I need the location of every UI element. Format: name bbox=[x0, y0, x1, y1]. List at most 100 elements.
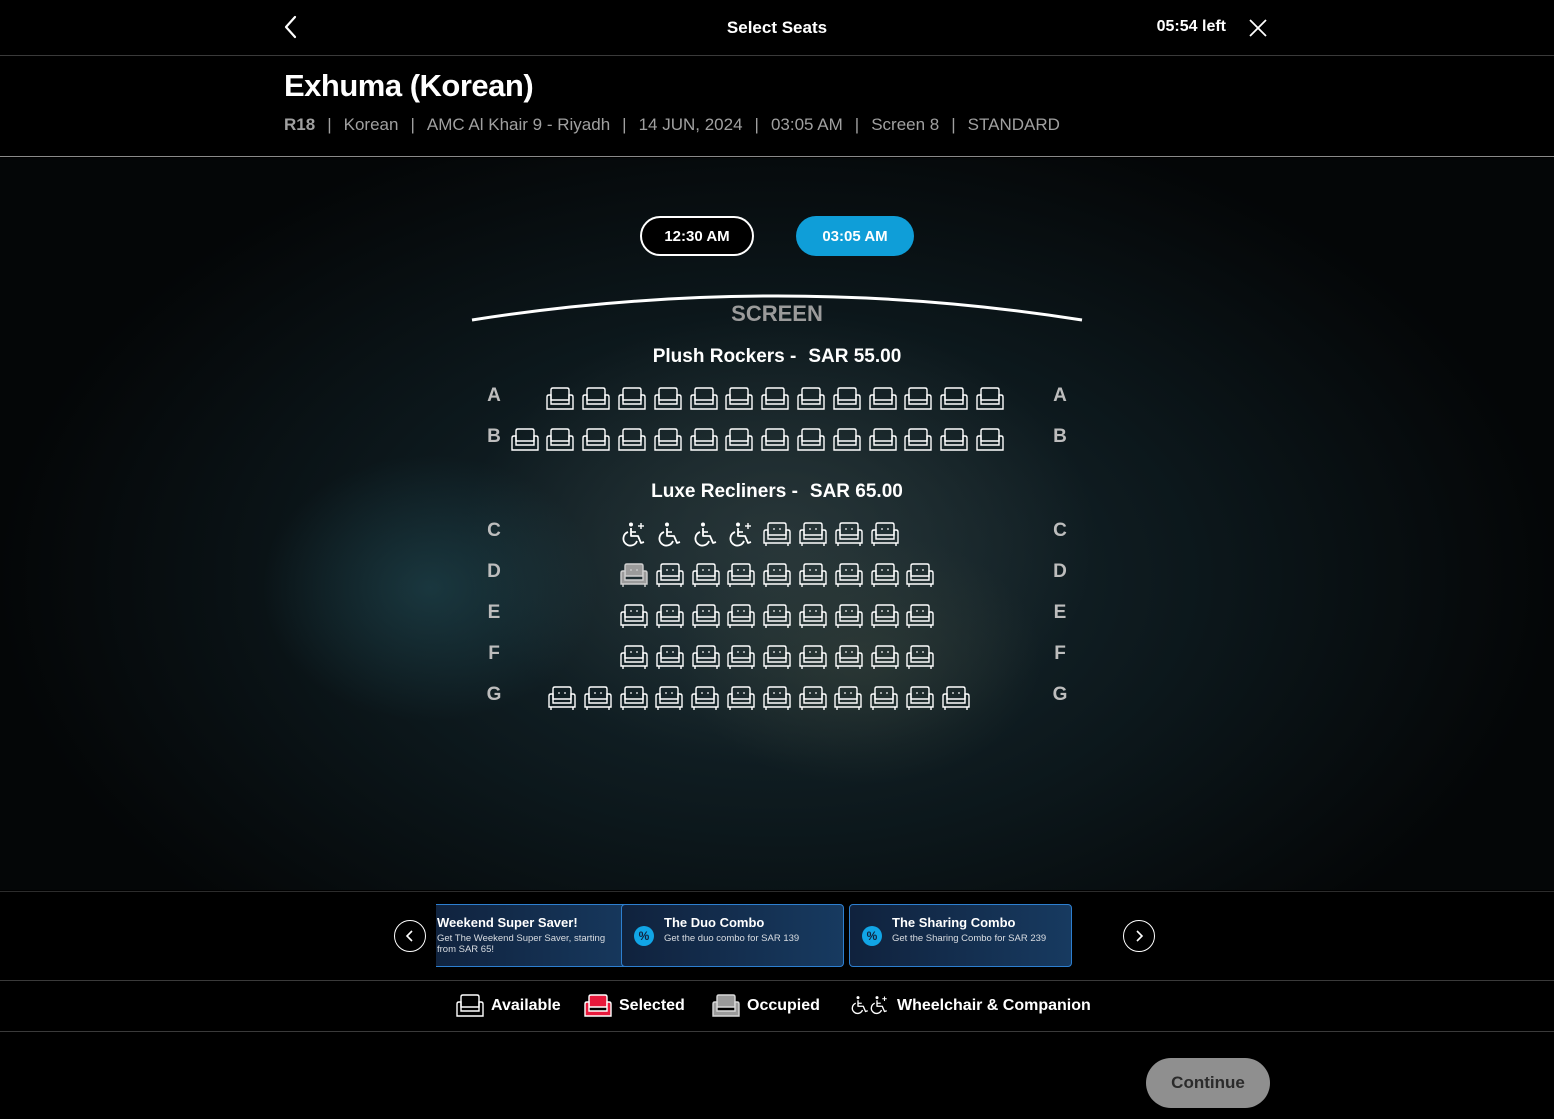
seat-c7-available[interactable] bbox=[834, 521, 864, 547]
seat-e7-available[interactable] bbox=[834, 603, 864, 629]
seat-b12-available[interactable] bbox=[903, 427, 933, 453]
seat-a4-available[interactable] bbox=[653, 386, 683, 412]
seat-d2-available[interactable] bbox=[655, 562, 685, 588]
seat-available-icon bbox=[455, 993, 485, 1019]
seat-a11-available[interactable] bbox=[903, 386, 933, 412]
seat-b5-available[interactable] bbox=[653, 427, 683, 453]
seat-g12-available[interactable] bbox=[941, 685, 971, 711]
seat-g4-available[interactable] bbox=[654, 685, 684, 711]
seat-b2-available[interactable] bbox=[545, 427, 575, 453]
seat-g10-available[interactable] bbox=[869, 685, 899, 711]
row-label-e: E bbox=[1053, 602, 1067, 623]
seat-e1-available[interactable] bbox=[619, 603, 649, 629]
seat-f6-available[interactable] bbox=[798, 644, 828, 670]
seat-g5-available[interactable] bbox=[690, 685, 720, 711]
seat-c4-companion[interactable] bbox=[726, 521, 756, 547]
seat-b7-available[interactable] bbox=[724, 427, 754, 453]
seat-b8-available[interactable] bbox=[760, 427, 790, 453]
section-title: Luxe Recliners - SAR 65.00 bbox=[0, 481, 1554, 503]
seat-d4-available[interactable] bbox=[726, 562, 756, 588]
seat-b14-available[interactable] bbox=[975, 427, 1005, 453]
seat-g9-available[interactable] bbox=[833, 685, 863, 711]
seat-b3-available[interactable] bbox=[581, 427, 611, 453]
seat-c2-wheelchair[interactable] bbox=[655, 521, 685, 547]
seat-e9-available[interactable] bbox=[905, 603, 935, 629]
seat-c6-available[interactable] bbox=[798, 521, 828, 547]
seat-a8-available[interactable] bbox=[796, 386, 826, 412]
seat-e2-available[interactable] bbox=[655, 603, 685, 629]
seat-d7-available[interactable] bbox=[834, 562, 864, 588]
showtime-button[interactable]: 12:30 AM bbox=[640, 216, 754, 256]
legend-occupied: Occupied bbox=[711, 993, 820, 1019]
seat-a5-available[interactable] bbox=[689, 386, 719, 412]
seat-c3-wheelchair[interactable] bbox=[691, 521, 721, 547]
row-label-d: D bbox=[487, 561, 501, 582]
seat-b6-available[interactable] bbox=[689, 427, 719, 453]
section-name: Luxe Recliners - bbox=[651, 481, 798, 502]
carousel-next-button[interactable] bbox=[1123, 920, 1155, 952]
showtime-button-selected[interactable]: 03:05 AM bbox=[796, 216, 914, 256]
seat-f1-available[interactable] bbox=[619, 644, 649, 670]
seat-f5-available[interactable] bbox=[762, 644, 792, 670]
seat-e6-available[interactable] bbox=[798, 603, 828, 629]
seat-a2-available[interactable] bbox=[581, 386, 611, 412]
carousel-prev-button[interactable] bbox=[394, 920, 426, 952]
seat-d6-available[interactable] bbox=[798, 562, 828, 588]
seat-f4-available[interactable] bbox=[726, 644, 756, 670]
seat-f9-available[interactable] bbox=[905, 644, 935, 670]
seat-b1-available[interactable] bbox=[510, 427, 540, 453]
seat-d3-available[interactable] bbox=[691, 562, 721, 588]
legend-label: Wheelchair & Companion bbox=[897, 997, 1091, 1014]
seat-c1-companion[interactable] bbox=[619, 521, 649, 547]
seat-e3-available[interactable] bbox=[691, 603, 721, 629]
offer-card[interactable]: % The Sharing Combo Get the Sharing Comb… bbox=[849, 904, 1072, 967]
seat-a12-available[interactable] bbox=[939, 386, 969, 412]
cinema-name: AMC Al Khair 9 - Riyadh bbox=[426, 115, 611, 134]
seat-map: 12:30 AM 03:05 AM SCREEN Plush Rockers -… bbox=[0, 158, 1554, 890]
show-date: 14 JUN, 2024 bbox=[638, 115, 743, 134]
seat-a1-available[interactable] bbox=[545, 386, 575, 412]
seat-b9-available[interactable] bbox=[796, 427, 826, 453]
seat-g3-available[interactable] bbox=[619, 685, 649, 711]
seat-a10-available[interactable] bbox=[868, 386, 898, 412]
continue-button[interactable]: Continue bbox=[1146, 1058, 1270, 1108]
seat-d8-available[interactable] bbox=[870, 562, 900, 588]
seat-legend: Available Selected Occupied Wheelchair &… bbox=[0, 980, 1554, 1032]
row-label-d: D bbox=[1053, 561, 1067, 582]
screen-number: Screen 8 bbox=[871, 115, 940, 134]
seat-g6-available[interactable] bbox=[726, 685, 756, 711]
seat-g11-available[interactable] bbox=[905, 685, 935, 711]
seat-a9-available[interactable] bbox=[832, 386, 862, 412]
seat-g2-available[interactable] bbox=[583, 685, 613, 711]
seat-d9-available[interactable] bbox=[905, 562, 935, 588]
seat-e4-available[interactable] bbox=[726, 603, 756, 629]
seat-f2-available[interactable] bbox=[655, 644, 685, 670]
meta-separator: | bbox=[622, 115, 627, 134]
seat-d5-available[interactable] bbox=[762, 562, 792, 588]
seat-c8-available[interactable] bbox=[870, 521, 900, 547]
row-label-f: F bbox=[1054, 643, 1066, 664]
offer-card[interactable]: % The Duo Combo Get the duo combo for SA… bbox=[621, 904, 844, 967]
seat-b10-available[interactable] bbox=[832, 427, 862, 453]
offer-card[interactable]: Weekend Super Saver! Get The Weekend Sup… bbox=[436, 904, 649, 967]
row-label-g: G bbox=[486, 684, 502, 705]
seat-a6-available[interactable] bbox=[724, 386, 754, 412]
seat-g1-available[interactable] bbox=[547, 685, 577, 711]
seat-c5-available[interactable] bbox=[762, 521, 792, 547]
seat-b4-available[interactable] bbox=[617, 427, 647, 453]
movie-meta: R18 | Korean | AMC Al Khair 9 - Riyadh |… bbox=[284, 115, 1060, 135]
seat-e8-available[interactable] bbox=[870, 603, 900, 629]
seat-e5-available[interactable] bbox=[762, 603, 792, 629]
close-icon[interactable] bbox=[1246, 16, 1270, 40]
seat-g8-available[interactable] bbox=[798, 685, 828, 711]
seat-f8-available[interactable] bbox=[870, 644, 900, 670]
seat-g7-available[interactable] bbox=[762, 685, 792, 711]
seat-b11-available[interactable] bbox=[868, 427, 898, 453]
seat-a7-available[interactable] bbox=[760, 386, 790, 412]
seat-a3-available[interactable] bbox=[617, 386, 647, 412]
discount-icon: % bbox=[862, 926, 882, 946]
seat-f3-available[interactable] bbox=[691, 644, 721, 670]
seat-b13-available[interactable] bbox=[939, 427, 969, 453]
seat-a13-available[interactable] bbox=[975, 386, 1005, 412]
seat-f7-available[interactable] bbox=[834, 644, 864, 670]
